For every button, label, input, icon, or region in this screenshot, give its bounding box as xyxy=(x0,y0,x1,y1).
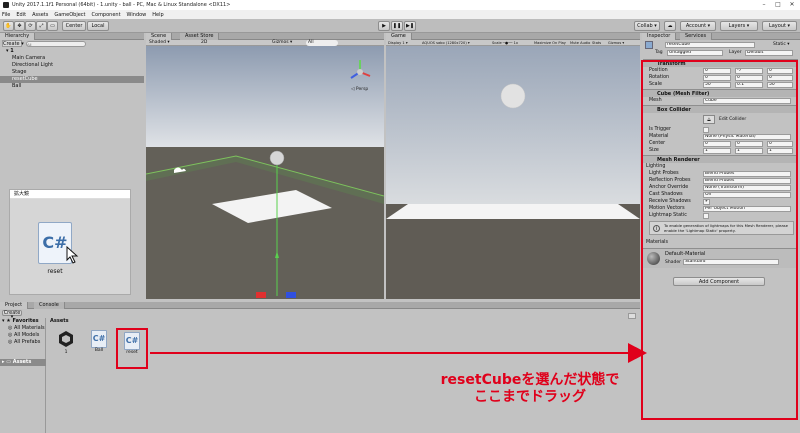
object-name-field[interactable]: resetCube xyxy=(665,42,755,48)
hand-tool-icon[interactable]: ✋ xyxy=(3,21,14,31)
layer-label: Layer xyxy=(729,50,742,55)
scene-view[interactable]: ◁ Persp xyxy=(146,46,384,299)
pivot-local-button[interactable]: Local xyxy=(87,21,109,31)
hierarchy-item-stage[interactable]: Stage xyxy=(0,69,144,76)
scene-tabbar: Scene Asset Store xyxy=(146,33,384,40)
hierarchy-item-main-camera[interactable]: Main Camera xyxy=(0,55,144,62)
menu-edit[interactable]: Edit xyxy=(16,12,26,18)
scene-root[interactable]: ▾ 1 xyxy=(0,48,144,55)
play-button[interactable]: ▶ xyxy=(378,21,390,31)
project-tabbar: Project Console xyxy=(0,302,640,309)
title-bar: Unity 2017.1.1f1 Personal (64bit) - 1.un… xyxy=(0,0,800,10)
collab-button[interactable]: Collab ▾ xyxy=(634,21,660,31)
tag-dropdown[interactable]: Untagged xyxy=(667,50,723,56)
hierarchy-search-input[interactable] xyxy=(26,41,86,47)
rotate-tool-icon[interactable]: ⟳ xyxy=(25,21,36,31)
maximize-button[interactable]: □ xyxy=(772,0,784,10)
inspector-highlight-box xyxy=(641,60,798,420)
cloud-icon[interactable]: ☁ xyxy=(664,21,676,31)
annotation-text: resetCubeを選んだ状態で ここまでドラッグ xyxy=(430,372,630,406)
tab-console[interactable]: Console xyxy=(34,302,65,309)
tab-project[interactable]: Project xyxy=(0,302,29,309)
step-button[interactable]: ▶❚ xyxy=(404,21,416,31)
menu-bar: File Edit Assets GameObject Component Wi… xyxy=(0,10,800,19)
favorites-header[interactable]: ▾ ★ Favorites xyxy=(0,318,39,325)
tab-game[interactable]: Game xyxy=(386,33,412,40)
asset-ball-script[interactable]: C# Ball xyxy=(88,330,110,353)
hierarchy-item-resetcube[interactable]: resetCube xyxy=(0,76,144,83)
tag-label: Tag xyxy=(655,50,663,55)
cs-script-icon: C# xyxy=(91,330,107,348)
tab-scene[interactable]: Scene xyxy=(146,33,173,40)
inspector-tabbar: Inspector Services xyxy=(642,33,800,40)
magnifier-title: 拡大鏡 xyxy=(10,190,130,199)
cs-script-icon: C# xyxy=(124,332,140,350)
fav-all-materials[interactable]: ◎ All Materials xyxy=(0,325,45,332)
ball-object xyxy=(269,150,285,166)
asset-scene-1[interactable]: 1 xyxy=(55,330,77,355)
minimize-button[interactable]: – xyxy=(758,0,770,10)
magnifier-window: 拡大鏡 C# reset xyxy=(9,189,131,295)
assets-folder[interactable]: ▸ ▭ Assets xyxy=(0,359,46,366)
project-panel: Create ▾ ▾ ★ Favorites ◎ All Materials ◎… xyxy=(0,309,640,433)
static-toggle[interactable]: Static ▾ xyxy=(773,42,790,47)
unity-scene-icon xyxy=(59,331,73,347)
tab-inspector[interactable]: Inspector xyxy=(642,33,677,40)
annotation-line-1: resetCubeを選んだ状態で xyxy=(440,372,620,388)
scale-tool-icon[interactable]: ⤢ xyxy=(36,21,47,31)
hierarchy-panel: Create ▾ ▾ 1 Main Camera Directional Lig… xyxy=(0,40,144,298)
project-lock-icon[interactable] xyxy=(628,313,636,319)
asset-scene-1-label: 1 xyxy=(64,350,68,355)
menu-assets[interactable]: Assets xyxy=(32,12,48,18)
drag-arrow-icon xyxy=(150,343,647,363)
menu-help[interactable]: Help xyxy=(152,12,163,18)
annotation-line-2: ここまでドラッグ xyxy=(474,389,586,405)
layer-dropdown[interactable]: Default xyxy=(745,50,793,56)
menu-component[interactable]: Component xyxy=(92,12,121,18)
asset-ball-label: Ball xyxy=(94,348,104,353)
menu-gameobject[interactable]: GameObject xyxy=(54,12,85,18)
tab-services[interactable]: Services xyxy=(680,33,713,40)
hierarchy-item-directional-light[interactable]: Directional Light xyxy=(0,62,144,69)
hierarchy-create-button[interactable]: Create ▾ xyxy=(2,40,24,47)
close-button[interactable]: ✕ xyxy=(786,0,798,10)
fav-all-prefabs[interactable]: ◎ All Prefabs xyxy=(0,339,40,346)
unity-editor: Unity 2017.1.1f1 Personal (64bit) - 1.un… xyxy=(0,0,800,433)
hierarchy-item-ball[interactable]: Ball xyxy=(0,83,144,90)
pause-button[interactable]: ❚❚ xyxy=(391,21,403,31)
magnified-file-label: reset xyxy=(47,268,63,275)
layers-button[interactable]: Layers ▾ xyxy=(720,21,758,31)
window-title: Unity 2017.1.1f1 Personal (64bit) - 1.un… xyxy=(12,2,231,8)
hierarchy-tabbar: Hierarchy xyxy=(0,33,144,40)
project-breadcrumb: Assets xyxy=(50,318,69,324)
scene-persp-label: ◁ Persp xyxy=(351,86,368,92)
mouse-cursor-icon xyxy=(66,246,79,264)
pivot-center-button[interactable]: Center xyxy=(62,21,86,31)
cube-object-icon xyxy=(645,41,653,49)
project-sidebar: ▾ ★ Favorites ◎ All Materials ◎ All Mode… xyxy=(0,318,46,433)
asset-reset-label: reset xyxy=(126,350,138,355)
main-toolbar: ✋ ✥ ⟳ ⤢ ▭ Center Local ▶ ❚❚ ▶❚ Collab ▾ … xyxy=(0,19,800,33)
layout-button[interactable]: Layout ▾ xyxy=(762,21,797,31)
project-create-button[interactable]: Create ▾ xyxy=(2,310,22,320)
rect-tool-icon[interactable]: ▭ xyxy=(47,21,58,31)
game-view[interactable] xyxy=(386,46,640,299)
account-button[interactable]: Account ▾ xyxy=(680,21,716,31)
asset-reset-script[interactable]: C# reset xyxy=(116,328,148,369)
tab-hierarchy[interactable]: Hierarchy xyxy=(0,33,36,40)
move-tool-icon[interactable]: ✥ xyxy=(14,21,25,31)
menu-window[interactable]: Window xyxy=(127,12,147,18)
fav-all-models[interactable]: ◎ All Models xyxy=(0,332,39,339)
game-tabbar: Game xyxy=(386,33,640,40)
tab-asset-store[interactable]: Asset Store xyxy=(180,33,220,40)
unity-logo-icon xyxy=(3,2,9,8)
menu-file[interactable]: File xyxy=(2,12,10,18)
